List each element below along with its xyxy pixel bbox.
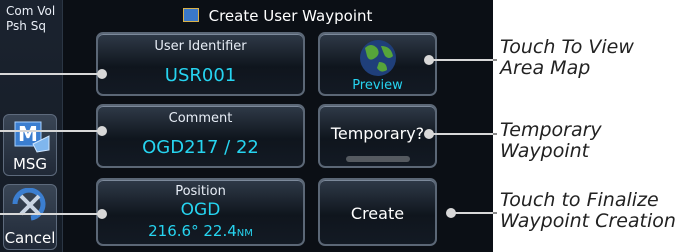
user-identifier-label: User Identifier xyxy=(154,39,247,54)
temporary-annunciator xyxy=(346,156,410,162)
preview-button[interactable]: Preview xyxy=(318,32,437,96)
msg-label: MSG xyxy=(12,155,48,173)
temporary-label: Temporary? xyxy=(330,124,425,143)
temporary-toggle-button[interactable]: Temporary? xyxy=(318,104,437,168)
callout-create: Touch to Finalize Waypoint Creation xyxy=(500,190,676,232)
cancel-icon xyxy=(12,188,46,221)
page-title-text: Create User Waypoint xyxy=(208,7,373,25)
waypoint-icon xyxy=(182,7,199,22)
leader-line-identifier xyxy=(0,73,100,75)
leader-dot-position xyxy=(97,209,107,219)
svg-text:M: M xyxy=(18,122,38,146)
leader-ext-create xyxy=(493,212,497,214)
comment-label: Comment xyxy=(168,111,233,126)
comment-button[interactable]: Comment OGD217 / 22 xyxy=(96,104,305,168)
position-airport: OGD xyxy=(180,200,221,220)
leader-dot-identifier xyxy=(97,69,107,79)
cancel-button[interactable]: Cancel xyxy=(3,184,57,250)
callout-preview-line1: Touch To View xyxy=(500,36,634,58)
leader-ext-preview xyxy=(493,59,497,61)
leader-dot-comment xyxy=(97,126,107,136)
position-bearing-distance: 216.6° 22.4NM xyxy=(98,222,303,240)
cancel-label: Cancel xyxy=(4,229,56,247)
callout-temporary-line1: Temporary xyxy=(500,119,602,141)
leader-ext-temporary xyxy=(493,133,497,135)
msg-icon: M xyxy=(14,121,50,153)
callout-temporary-line2: Waypoint xyxy=(500,140,590,162)
leader-line-position xyxy=(0,213,100,215)
display-screen: Com Vol Psh Sq M MSG Cancel Create User … xyxy=(0,0,493,252)
leader-line-temporary xyxy=(430,133,493,135)
com-vol-text: Com Vol xyxy=(6,4,56,18)
position-bearing: 216.6° xyxy=(148,222,199,240)
comment-value: OGD217 / 22 xyxy=(142,137,259,158)
psh-sq-text: Psh Sq xyxy=(6,19,46,33)
page-title: Create User Waypoint xyxy=(62,4,493,28)
leader-line-preview xyxy=(430,59,493,61)
com-vol-label: Com Vol Psh Sq xyxy=(6,4,60,34)
callout-temporary: Temporary Waypoint xyxy=(500,120,602,162)
user-identifier-value: USR001 xyxy=(164,65,237,86)
msg-button[interactable]: M MSG xyxy=(3,114,57,176)
callout-preview: Touch To View Area Map xyxy=(500,37,634,79)
leader-dot-temporary xyxy=(424,129,434,139)
position-label: Position xyxy=(175,184,226,199)
user-identifier-button[interactable]: User Identifier USR001 xyxy=(96,32,305,96)
globe-icon xyxy=(360,40,396,76)
callout-create-line1: Touch to Finalize xyxy=(500,189,659,211)
preview-label: Preview xyxy=(352,78,403,93)
leader-dot-create xyxy=(446,208,456,218)
position-button[interactable]: Position OGD 216.6° 22.4NM xyxy=(96,178,305,246)
callout-preview-line2: Area Map xyxy=(500,57,591,79)
callout-create-line2: Waypoint Creation xyxy=(500,210,676,232)
create-button[interactable]: Create xyxy=(318,178,437,246)
create-label: Create xyxy=(350,204,405,223)
position-distance: 22.4 xyxy=(203,222,237,240)
leader-line-create xyxy=(452,212,493,214)
position-unit: NM xyxy=(236,228,253,239)
leader-line-comment xyxy=(0,130,100,132)
leader-dot-preview xyxy=(424,55,434,65)
